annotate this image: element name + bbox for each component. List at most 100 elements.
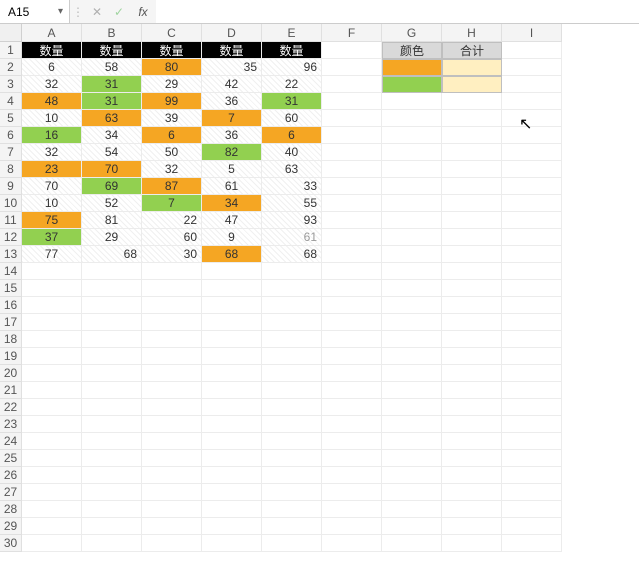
cell-e13[interactable]: 68 [262, 246, 322, 263]
cell-f25[interactable] [322, 450, 382, 467]
cell-g5[interactable] [382, 110, 442, 127]
cell-d19[interactable] [202, 348, 262, 365]
cell-b28[interactable] [82, 501, 142, 518]
cell-f15[interactable] [322, 280, 382, 297]
cells-area[interactable]: 数量 数量 数量 数量 数量 颜色 合计 6 58 80 35 96 [22, 42, 562, 552]
cell-e4[interactable]: 31 [262, 93, 322, 110]
row-header[interactable]: 8 [0, 161, 22, 178]
cell-a12[interactable]: 37 [22, 229, 82, 246]
row-header[interactable]: 7 [0, 144, 22, 161]
cell-h27[interactable] [442, 484, 502, 501]
cell-h1[interactable]: 合计 [442, 42, 502, 59]
cell-f24[interactable] [322, 433, 382, 450]
cell-i1[interactable] [502, 42, 562, 59]
cell-d22[interactable] [202, 399, 262, 416]
cell-b19[interactable] [82, 348, 142, 365]
cell-d5[interactable]: 7 [202, 110, 262, 127]
cell-h15[interactable] [442, 280, 502, 297]
cell-g15[interactable] [382, 280, 442, 297]
cell-a18[interactable] [22, 331, 82, 348]
cell-c3[interactable]: 29 [142, 76, 202, 93]
cell-h19[interactable] [442, 348, 502, 365]
cell-c22[interactable] [142, 399, 202, 416]
cell-b1[interactable]: 数量 [82, 42, 142, 59]
cell-d6[interactable]: 36 [202, 127, 262, 144]
cell-g10[interactable] [382, 195, 442, 212]
cell-b14[interactable] [82, 263, 142, 280]
cell-f4[interactable] [322, 93, 382, 110]
cell-h30[interactable] [442, 535, 502, 552]
cell-a28[interactable] [22, 501, 82, 518]
cell-i21[interactable] [502, 382, 562, 399]
column-header[interactable]: H [442, 24, 502, 42]
cell-a27[interactable] [22, 484, 82, 501]
cell-e22[interactable] [262, 399, 322, 416]
cell-f26[interactable] [322, 467, 382, 484]
cell-h13[interactable] [442, 246, 502, 263]
name-box-input[interactable] [6, 4, 52, 20]
cell-g16[interactable] [382, 297, 442, 314]
cell-b3[interactable]: 31 [82, 76, 142, 93]
cell-g9[interactable] [382, 178, 442, 195]
row-header[interactable]: 11 [0, 212, 22, 229]
row-header[interactable]: 20 [0, 365, 22, 382]
cell-c5[interactable]: 39 [142, 110, 202, 127]
cell-i14[interactable] [502, 263, 562, 280]
cell-c6[interactable]: 6 [142, 127, 202, 144]
cell-e17[interactable] [262, 314, 322, 331]
formula-input[interactable] [156, 0, 639, 23]
cell-b7[interactable]: 54 [82, 144, 142, 161]
cell-b30[interactable] [82, 535, 142, 552]
cell-c16[interactable] [142, 297, 202, 314]
row-header[interactable]: 15 [0, 280, 22, 297]
cell-g26[interactable] [382, 467, 442, 484]
cell-a7[interactable]: 32 [22, 144, 82, 161]
cell-i20[interactable] [502, 365, 562, 382]
row-header[interactable]: 5 [0, 110, 22, 127]
row-header[interactable]: 9 [0, 178, 22, 195]
cell-h14[interactable] [442, 263, 502, 280]
cell-f23[interactable] [322, 416, 382, 433]
cell-g18[interactable] [382, 331, 442, 348]
cell-h5[interactable] [442, 110, 502, 127]
row-header[interactable]: 4 [0, 93, 22, 110]
cell-h2[interactable] [442, 59, 502, 76]
cell-f18[interactable] [322, 331, 382, 348]
cell-i7[interactable] [502, 144, 562, 161]
cell-h10[interactable] [442, 195, 502, 212]
cell-h23[interactable] [442, 416, 502, 433]
cell-c17[interactable] [142, 314, 202, 331]
cell-b2[interactable]: 58 [82, 59, 142, 76]
cell-g14[interactable] [382, 263, 442, 280]
cell-c25[interactable] [142, 450, 202, 467]
cell-c28[interactable] [142, 501, 202, 518]
cell-g3[interactable] [382, 76, 442, 93]
cell-b27[interactable] [82, 484, 142, 501]
cell-d15[interactable] [202, 280, 262, 297]
cell-d11[interactable]: 47 [202, 212, 262, 229]
cell-b13[interactable]: 68 [82, 246, 142, 263]
cell-b24[interactable] [82, 433, 142, 450]
cell-e23[interactable] [262, 416, 322, 433]
row-header[interactable]: 19 [0, 348, 22, 365]
cell-c26[interactable] [142, 467, 202, 484]
cell-h29[interactable] [442, 518, 502, 535]
cell-g2[interactable] [382, 59, 442, 76]
cell-b23[interactable] [82, 416, 142, 433]
cell-i11[interactable] [502, 212, 562, 229]
cell-b26[interactable] [82, 467, 142, 484]
column-header[interactable]: I [502, 24, 562, 42]
cell-a4[interactable]: 48 [22, 93, 82, 110]
cell-a9[interactable]: 70 [22, 178, 82, 195]
cell-a3[interactable]: 32 [22, 76, 82, 93]
cell-i15[interactable] [502, 280, 562, 297]
cell-g13[interactable] [382, 246, 442, 263]
cell-c7[interactable]: 50 [142, 144, 202, 161]
cell-e10[interactable]: 55 [262, 195, 322, 212]
row-header[interactable]: 12 [0, 229, 22, 246]
cell-b29[interactable] [82, 518, 142, 535]
cell-d21[interactable] [202, 382, 262, 399]
row-header[interactable]: 17 [0, 314, 22, 331]
row-header[interactable]: 21 [0, 382, 22, 399]
cell-h21[interactable] [442, 382, 502, 399]
